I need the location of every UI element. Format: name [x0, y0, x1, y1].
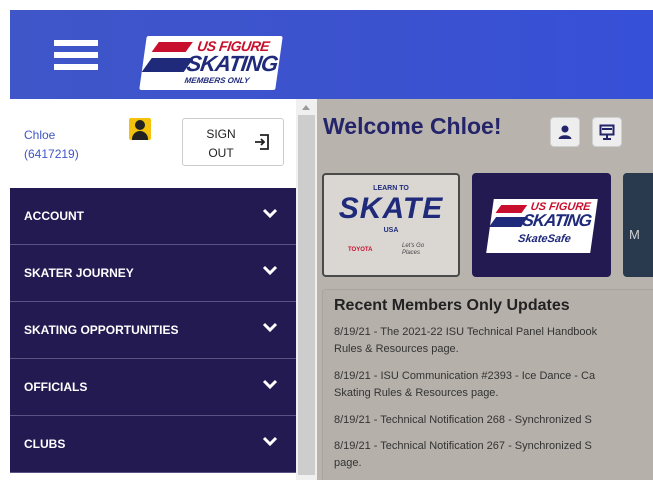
sidebar-item-label: SKATER JOURNEY — [24, 266, 134, 280]
sidebar-item-clubs[interactable]: CLUBS — [10, 416, 296, 473]
main-content: Welcome Chloe! LEARN TO SKATE USA TOYOTA… — [317, 99, 653, 480]
chevron-down-icon — [262, 208, 278, 219]
usa-text: USA — [383, 227, 399, 234]
logo-text-main: SKATING — [185, 51, 280, 76]
chevron-down-icon — [262, 322, 278, 333]
updates-title: Recent Members Only Updates — [334, 297, 570, 314]
tagline-text: Let's Go Places — [402, 243, 425, 256]
recent-updates-panel: Recent Members Only Updates 8/19/21 - Th… — [322, 289, 653, 480]
sidebar-scrollbar[interactable] — [296, 99, 317, 480]
sign-out-icon — [255, 134, 269, 150]
profile-button[interactable] — [550, 117, 580, 147]
logo-text-members: MEMBERS ONLY — [183, 76, 250, 85]
sidebar-item-officials[interactable]: OFFICIALS — [10, 359, 296, 416]
skatesafe-card[interactable]: US FIGURE SKATING SkateSafe — [472, 173, 611, 277]
user-member-id: (6417219) — [24, 147, 79, 161]
chevron-down-icon — [262, 379, 278, 390]
third-card-text: M — [629, 227, 640, 242]
sidebar-item-label: CLUBS — [24, 437, 66, 451]
chevron-down-icon — [262, 436, 278, 447]
update-item-2[interactable]: 8/19/21 - ISU Communication #2393 - Ice … — [334, 368, 595, 402]
top-bar: US FIGURE SKATING MEMBERS ONLY — [10, 10, 653, 99]
us-figure-skating-logo[interactable]: US FIGURE SKATING MEMBERS ONLY — [139, 36, 283, 90]
sign-out-label-1: SIGN — [206, 127, 236, 141]
third-card[interactable]: M — [623, 173, 653, 277]
sidebar-item-label: SKATING OPPORTUNITIES — [24, 323, 179, 337]
sidebar: Chloe (6417219) SIGN OUT ACCOUNT SKATER … — [10, 99, 296, 480]
learn-to-text: LEARN TO — [373, 185, 409, 192]
user-name-link[interactable]: Chloe (6417219) — [24, 126, 79, 164]
welcome-heading: Welcome Chloe! — [323, 113, 502, 139]
sidebar-item-skating-opportunities[interactable]: SKATING OPPORTUNITIES — [10, 302, 296, 359]
skatesafe-logo-main: SKATING — [521, 211, 593, 230]
member-card-button[interactable] — [592, 117, 622, 147]
user-panel: Chloe (6417219) SIGN OUT — [10, 99, 296, 188]
sign-out-button[interactable]: SIGN OUT — [182, 118, 284, 166]
sidebar-item-label: OFFICIALS — [24, 380, 88, 394]
sign-out-label-2: OUT — [208, 146, 234, 160]
toyota-logo: TOYOTA — [348, 247, 373, 253]
sidebar-item-label: ACCOUNT — [24, 209, 84, 223]
update-item-4[interactable]: 8/19/21 - Technical Notification 267 - S… — [334, 438, 592, 472]
scrollbar-thumb[interactable] — [298, 115, 315, 475]
skate-text: SKATE — [338, 192, 444, 225]
person-icon — [558, 125, 572, 139]
sidebar-menu: ACCOUNT SKATER JOURNEY SKATING OPPORTUNI… — [10, 188, 296, 473]
user-first-name: Chloe — [24, 128, 56, 142]
skatesafe-logo-sub: SkateSafe — [517, 233, 572, 245]
update-item-1[interactable]: 8/19/21 - The 2021-22 ISU Technical Pane… — [334, 324, 597, 358]
user-avatar-icon — [129, 118, 151, 140]
chevron-down-icon — [262, 265, 278, 276]
learn-to-skate-card[interactable]: LEARN TO SKATE USA TOYOTA Let's Go Place… — [322, 173, 460, 277]
update-item-3[interactable]: 8/19/21 - Technical Notification 268 - S… — [334, 412, 592, 429]
monitor-icon — [599, 124, 615, 140]
hamburger-menu-icon[interactable] — [54, 40, 98, 76]
scroll-up-arrow-icon[interactable] — [302, 105, 310, 110]
sidebar-item-account[interactable]: ACCOUNT — [10, 188, 296, 245]
sidebar-item-skater-journey[interactable]: SKATER JOURNEY — [10, 245, 296, 302]
